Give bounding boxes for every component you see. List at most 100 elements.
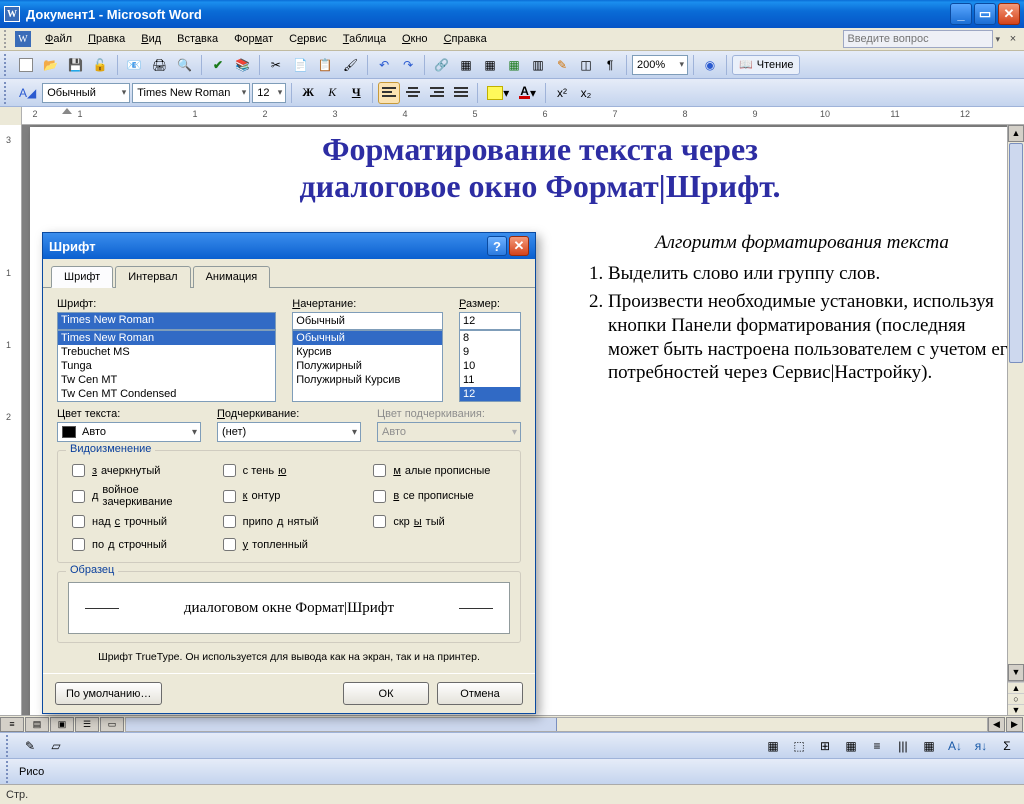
hscroll-left-button[interactable]: ◀ [988, 717, 1005, 732]
scroll-up-button[interactable]: ▲ [1008, 125, 1024, 142]
superscript-button[interactable]: x² [551, 82, 573, 104]
sort-asc-button[interactable]: A↓ [944, 735, 966, 757]
toolbar-grip[interactable] [6, 735, 12, 757]
list-item[interactable]: 11 [460, 373, 520, 387]
italic-button[interactable]: К [321, 82, 343, 104]
open-button[interactable]: 📂 [39, 54, 62, 76]
list-item[interactable]: 12 [460, 387, 520, 401]
fontsize-combo[interactable]: 12 [252, 83, 286, 103]
menu-help[interactable]: Справка [436, 30, 495, 48]
show-marks-button[interactable]: ¶ [599, 54, 621, 76]
print-button[interactable]: 🖨 [148, 54, 171, 76]
hscroll-right-button[interactable]: ▶ [1006, 717, 1023, 732]
dialog-help-button[interactable]: ? [487, 236, 507, 256]
font-name-input[interactable]: Times New Roman [57, 312, 276, 330]
list-item[interactable]: Курсив [293, 345, 442, 359]
hyperlink-button[interactable]: 🔗 [430, 54, 453, 76]
list-item[interactable]: 9 [460, 345, 520, 359]
paste-button[interactable]: 📋 [314, 54, 337, 76]
font-combo[interactable]: Times New Roman [132, 83, 250, 103]
view-web-button[interactable]: ▤ [25, 717, 49, 732]
permission-button[interactable]: 🔓 [89, 54, 112, 76]
menu-view[interactable]: Вид [133, 30, 169, 48]
highlight-button[interactable]: ▾ [483, 82, 513, 104]
horizontal-ruler[interactable]: 2 1 1 2 3 4 5 6 7 8 9 10 11 12 [0, 107, 1024, 125]
split-cells-button[interactable]: ⊞ [814, 735, 836, 757]
underline-button[interactable]: Ч [345, 82, 367, 104]
sort-desc-button[interactable]: я↓ [970, 735, 992, 757]
research-button[interactable]: 📚 [231, 54, 254, 76]
indent-marker[interactable] [62, 108, 72, 114]
list-item[interactable]: 8 [460, 331, 520, 345]
align-right-button[interactable] [426, 82, 448, 104]
draw-table-button[interactable]: ✎ [19, 735, 41, 757]
list-item[interactable]: 10 [460, 359, 520, 373]
cancel-button[interactable]: Отмена [437, 682, 523, 705]
dialog-close-button[interactable]: ✕ [509, 236, 529, 256]
styles-pane-button[interactable]: A◢ [15, 82, 40, 104]
list-item[interactable]: Полужирный Курсив [293, 373, 442, 387]
align-justify-button[interactable] [450, 82, 472, 104]
save-button[interactable]: 💾 [64, 54, 87, 76]
list-item[interactable]: Times New Roman [58, 331, 275, 345]
distribute-rows-button[interactable]: ≡ [866, 735, 888, 757]
menu-window[interactable]: Окно [394, 30, 436, 48]
cb-engrave[interactable]: утопленный [219, 535, 360, 554]
insert-table-button[interactable]: ▦ [479, 54, 501, 76]
reading-mode-button[interactable]: 📖 Чтение [732, 55, 800, 75]
next-page-button[interactable]: ▼ [1008, 704, 1024, 715]
insert-table-button2[interactable]: ▦ [762, 735, 784, 757]
spellcheck-button[interactable]: ✔ [207, 54, 229, 76]
print-preview-button[interactable]: 🔍 [173, 54, 196, 76]
browse-object-button[interactable]: ○ [1008, 693, 1024, 704]
list-item[interactable]: Trebuchet MS [58, 345, 275, 359]
cb-emboss[interactable]: приподнятый [219, 512, 360, 531]
list-item[interactable]: Tw Cen MT Condensed [58, 387, 275, 401]
cb-smallcaps[interactable]: малые прописные [369, 461, 510, 480]
tab-spacing[interactable]: Интервал [115, 266, 190, 288]
close-button[interactable]: ✕ [998, 3, 1020, 25]
maximize-button[interactable]: ▭ [974, 3, 996, 25]
mail-button[interactable]: 📧 [123, 54, 146, 76]
autosum-button[interactable]: Σ [996, 735, 1018, 757]
cb-subscript[interactable]: подстрочный [68, 535, 209, 554]
font-size-input[interactable] [459, 312, 521, 330]
view-normal-button[interactable]: ≡ [0, 717, 24, 732]
toolbar-grip[interactable] [6, 761, 12, 783]
subscript-button[interactable]: x₂ [575, 82, 597, 104]
scroll-thumb[interactable] [1009, 143, 1023, 363]
copy-button[interactable]: 📄 [289, 54, 312, 76]
align-left-button[interactable] [378, 82, 400, 104]
distribute-cols-button[interactable]: ||| [892, 735, 914, 757]
eraser-button[interactable]: ▱ [45, 735, 67, 757]
cb-shadow[interactable]: с тенью [219, 461, 360, 480]
list-item[interactable]: Tw Cen MT [58, 373, 275, 387]
new-doc-button[interactable] [15, 54, 37, 76]
menu-file[interactable]: Файл [37, 30, 80, 48]
minimize-button[interactable]: _ [950, 3, 972, 25]
tab-animation[interactable]: Анимация [193, 266, 271, 288]
undo-button[interactable]: ↶ [373, 54, 395, 76]
default-button[interactable]: По умолчанию… [55, 682, 162, 705]
ok-button[interactable]: ОК [343, 682, 429, 705]
redo-button[interactable]: ↷ [397, 54, 419, 76]
font-color-combo[interactable]: Авто [57, 422, 201, 442]
toolbar-grip[interactable] [4, 54, 10, 76]
bold-button[interactable]: Ж [297, 82, 319, 104]
toolbar-grip[interactable] [4, 30, 11, 48]
underline-style-combo[interactable]: (нет) [217, 422, 361, 442]
font-color-button[interactable]: A▾ [515, 82, 540, 104]
cb-hidden[interactable]: скрытый [369, 512, 510, 531]
menu-insert[interactable]: Вставка [169, 30, 226, 48]
tables-borders-button[interactable]: ▦ [455, 54, 477, 76]
autoformat-button[interactable]: ▦ [918, 735, 940, 757]
drawing-button[interactable]: ✎ [551, 54, 573, 76]
doc-map-button[interactable]: ◫ [575, 54, 597, 76]
merge-cells-button[interactable]: ⬚ [788, 735, 810, 757]
excel-button[interactable]: ▦ [503, 54, 525, 76]
menu-format[interactable]: Формат [226, 30, 281, 48]
prev-page-button[interactable]: ▲ [1008, 682, 1024, 693]
list-item[interactable]: Обычный [293, 331, 442, 345]
cb-outline[interactable]: контур [219, 484, 360, 508]
menu-table[interactable]: Таблица [335, 30, 394, 48]
